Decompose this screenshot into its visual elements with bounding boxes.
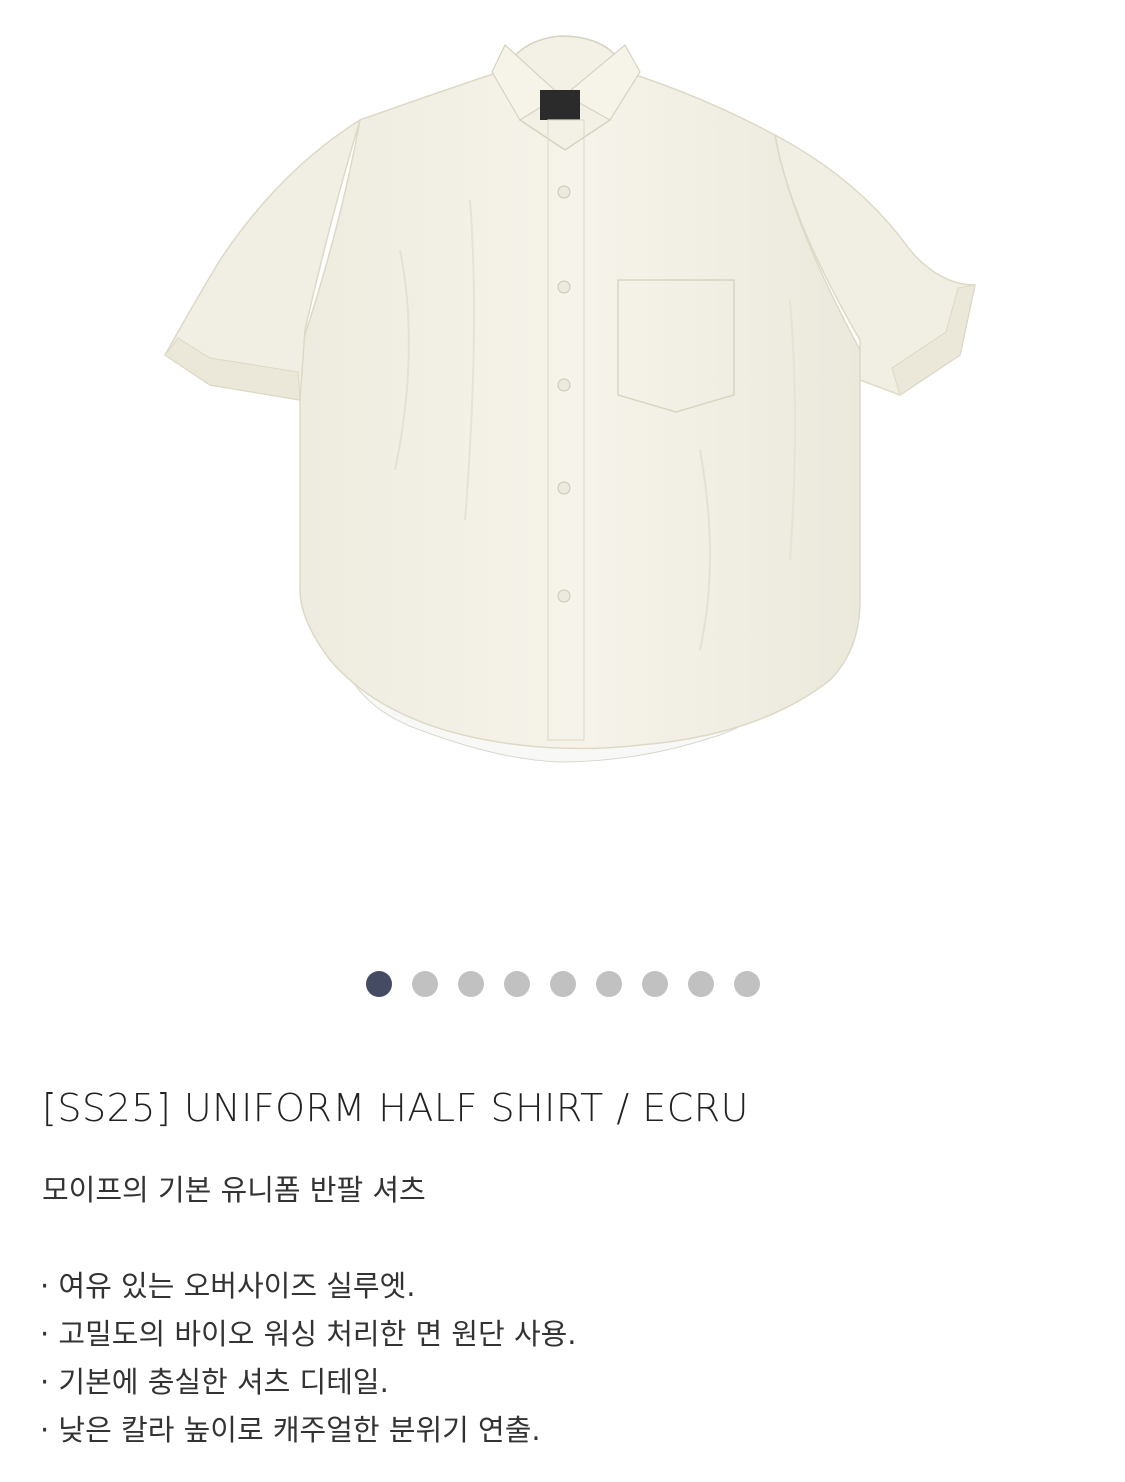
- carousel-dot-3[interactable]: [457, 971, 484, 997]
- feature-list: · 여유 있는 오버사이즈 실루엣. · 고밀도의 바이오 워싱 처리한 면 원…: [40, 1262, 577, 1454]
- feature-item: · 고밀도의 바이오 워싱 처리한 면 원단 사용.: [40, 1317, 577, 1351]
- carousel-pagination: [0, 971, 1125, 999]
- carousel-dot-7[interactable]: [641, 971, 668, 997]
- feature-item: · 기본에 충실한 셔츠 디테일.: [40, 1365, 389, 1399]
- carousel-dot-9[interactable]: [733, 971, 760, 997]
- feature-item: · 여유 있는 오버사이즈 실루엣.: [40, 1269, 416, 1303]
- product-image[interactable]: [0, 0, 1125, 950]
- product-subtitle: 모이프의 기본 유니폼 반팔 셔츠: [42, 1173, 426, 1207]
- feature-item: · 낮은 칼라 높이로 캐주얼한 분위기 연출.: [40, 1413, 541, 1447]
- carousel-dot-6[interactable]: [595, 971, 622, 997]
- product-title: [SS25] UNIFORM HALF SHIRT / ECRU: [42, 1086, 749, 1130]
- carousel-dot-8[interactable]: [687, 971, 714, 997]
- carousel-dot-1[interactable]: [365, 971, 392, 997]
- carousel-dot-5[interactable]: [549, 971, 576, 997]
- carousel-dot-4[interactable]: [503, 971, 530, 997]
- carousel-dot-2[interactable]: [411, 971, 438, 997]
- shirt-illustration: [164, 35, 976, 763]
